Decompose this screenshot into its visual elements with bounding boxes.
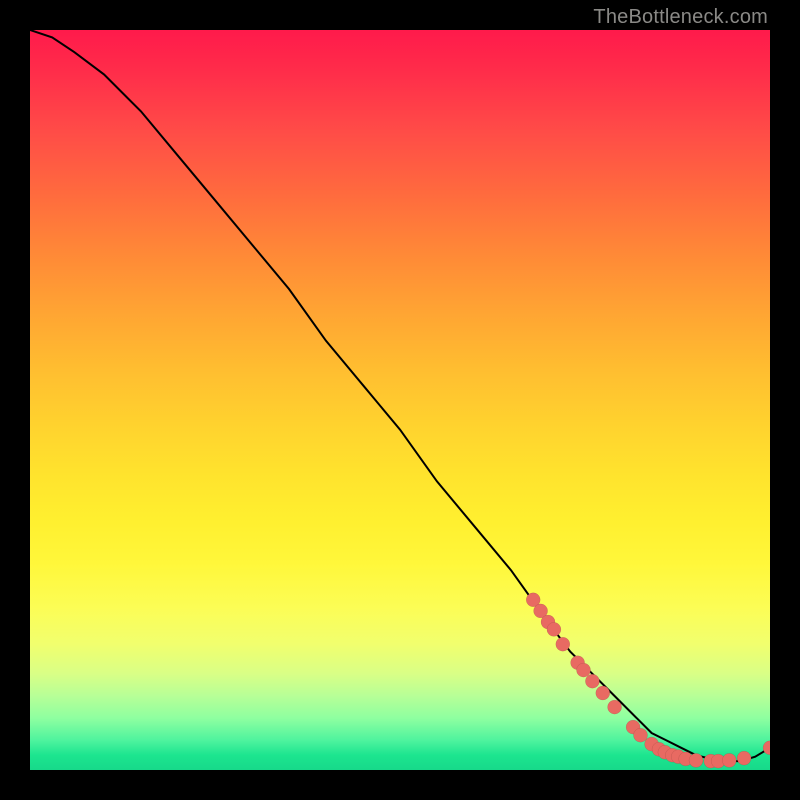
scatter-dot [596,686,610,700]
source-watermark: TheBottleneck.com [593,6,768,29]
scatter-group [526,593,770,768]
scatter-dot [634,728,648,742]
scatter-dot [556,637,570,651]
scatter-dot [737,751,751,765]
scatter-dot [547,622,561,636]
bottleneck-curve [30,30,770,761]
scatter-dot [689,753,703,767]
scatter-dot [763,741,770,755]
chart-overlay-svg [30,30,770,770]
scatter-dot [722,753,736,767]
scatter-dot [608,700,622,714]
plot-area [30,30,770,770]
scatter-dot [585,674,599,688]
chart-stage: TheBottleneck.com [0,0,800,800]
scatter-dot [577,663,591,677]
